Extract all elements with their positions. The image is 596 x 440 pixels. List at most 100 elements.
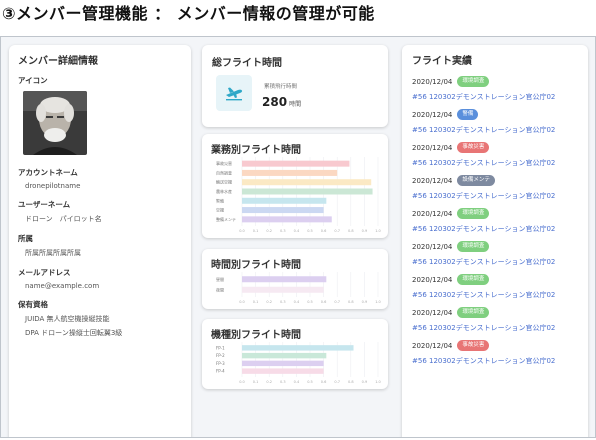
flight-name-link[interactable]: #56 120302デモンストレーション官公庁02 — [412, 257, 578, 267]
x-tick-label: 0.1 — [253, 380, 259, 384]
flight-category-badge: 環境調査 — [457, 241, 490, 252]
flight-name-link[interactable]: #56 120302デモンストレーション官公庁02 — [412, 125, 578, 135]
member-detail-title: メンバー詳細情報 — [18, 56, 98, 67]
x-tick-label: 0.5 — [307, 300, 313, 304]
flight-date: 2020/12/04 — [412, 110, 453, 119]
flight-name-link[interactable]: #56 120302デモンストレーション官公庁02 — [412, 356, 578, 366]
flight-record-item[interactable]: 2020/12/04 事故災害 #56 120302デモンストレーション官公庁02 — [412, 142, 578, 168]
x-tick-label: 0.8 — [348, 300, 354, 304]
x-tick-label: 1.0 — [375, 300, 381, 304]
x-tick-label: 0.9 — [362, 300, 368, 304]
x-tick-label: 0.7 — [334, 380, 340, 384]
flight-name-link[interactable]: #56 120302デモンストレーション官公庁02 — [412, 290, 578, 300]
flight-name-link[interactable]: #56 120302デモンストレーション官公庁02 — [412, 92, 578, 102]
flight-date: 2020/12/04 — [412, 275, 453, 284]
flight-category-badge: 環境調査 — [457, 76, 490, 87]
bar — [242, 276, 327, 283]
category-label: 警備 — [216, 197, 224, 203]
flight-category-badge: 環境調査 — [457, 274, 490, 285]
x-tick-label: 0.2 — [266, 380, 272, 384]
account-name-label: アカウントネーム — [18, 168, 78, 177]
airplane-takeoff-icon — [216, 75, 252, 111]
x-tick-label: 1.0 — [375, 229, 381, 233]
category-label: 輸送空撮 — [216, 179, 232, 185]
x-tick-label: 0.0 — [239, 300, 245, 304]
member-detail-card: メンバー詳細情報 アイコン アカウントネーム dronepilotname ユー… — [9, 45, 191, 437]
bar — [242, 352, 327, 359]
flight-name-link[interactable]: #56 120302デモンストレーション官公庁02 — [412, 224, 578, 234]
x-tick-label: 0.2 — [266, 300, 272, 304]
flight-name-link[interactable]: #56 120302デモンストレーション官公庁02 — [412, 191, 578, 201]
flight-record-item[interactable]: 2020/12/04 環境調査 #56 120302デモンストレーション官公庁02 — [412, 307, 578, 333]
flight-category-badge: 環境調査 — [457, 307, 490, 318]
user-name-label: ユーザーネーム — [18, 200, 71, 209]
user-name-value: ドローン パイロット名 — [25, 215, 102, 223]
x-tick-label: 0.4 — [294, 300, 300, 304]
account-name-value: dronepilotname — [25, 182, 81, 190]
category-label: 空撮 — [216, 207, 224, 213]
x-tick-label: 0.6 — [321, 229, 327, 233]
bar — [242, 345, 354, 351]
bar — [242, 216, 332, 223]
chart-card-model: 機種別フライト時間 0.0 0.1 0.2 0.3 0.4 0.5 0.6 0.7 0.8 0.9… — [202, 319, 388, 389]
avatar-photo — [23, 91, 87, 155]
flight-date: 2020/12/04 — [412, 242, 453, 251]
category-label: 昼間 — [216, 276, 224, 282]
category-label: FP-3 — [216, 361, 225, 366]
category-label: 夜間 — [216, 286, 224, 292]
bar — [242, 188, 373, 195]
category-label: FP-4 — [216, 369, 225, 374]
flight-category-badge: 事故災害 — [457, 340, 490, 351]
page-heading: ③メンバー管理機能 ： メンバー情報の管理が可能 — [2, 4, 375, 23]
category-label: FP-1 — [216, 345, 225, 350]
flight-record-item[interactable]: 2020/12/04 事故災害 #56 120302デモンストレーション官公庁02 — [412, 340, 578, 366]
flight-date: 2020/12/04 — [412, 341, 453, 350]
x-tick-label: 0.5 — [307, 229, 313, 233]
flight-record-item[interactable]: 2020/12/04 環境調査 #56 120302デモンストレーション官公庁02 — [412, 208, 578, 234]
category-label: FP-2 — [216, 353, 225, 358]
flight-category-badge: 環境調査 — [457, 208, 490, 219]
flight-list: 2020/12/04 環境調査 #56 120302デモンストレーション官公庁02 2… — [412, 76, 578, 366]
x-tick-label: 0.8 — [348, 380, 354, 384]
category-label: 整備メンテ — [216, 216, 236, 222]
x-tick-label: 0.9 — [362, 380, 368, 384]
chart-card-time: 時間別フライト時間 0.0 0.1 0.2 0.3 0.4 0.5 0.6 0.7 0.8 0.9… — [202, 249, 388, 309]
bar — [242, 207, 324, 214]
bar — [242, 169, 338, 176]
email-label: メールアドレス — [18, 268, 71, 277]
flight-category-badge: 設備メンテ — [457, 175, 495, 186]
flight-name-link[interactable]: #56 120302デモンストレーション官公庁02 — [412, 158, 578, 168]
flight-record-item[interactable]: 2020/12/04 環境調査 #56 120302デモンストレーション官公庁02 — [412, 241, 578, 267]
avatar[interactable] — [23, 91, 87, 155]
bar — [242, 160, 350, 167]
x-tick-label: 1.0 — [375, 380, 381, 384]
bar — [242, 197, 327, 204]
total-flight-time-value: 280 時間 — [262, 95, 302, 109]
bar — [242, 360, 324, 367]
x-tick-label: 0.7 — [334, 300, 340, 304]
business-flight-chart: 0.0 0.1 0.2 0.3 0.4 0.5 0.6 0.7 0.8 0.9 1.0 事故災害自然調… — [216, 157, 381, 233]
bar — [242, 179, 372, 186]
x-tick-label: 0.2 — [266, 229, 272, 233]
total-flight-time-card: 総フライト時間 累積飛行時間 280 時間 — [202, 45, 388, 127]
flight-record-item[interactable]: 2020/12/04 設備メンテ #56 120302デモンストレーション官公庁02 — [412, 175, 578, 201]
flight-record-item[interactable]: 2020/12/04 環境調査 #56 120302デモンストレーション官公庁02 — [412, 274, 578, 300]
qualification-item: JUIDA 無人航空機操縦技能 — [25, 315, 110, 323]
category-label: 自然調査 — [216, 169, 232, 175]
chart-card-business: 業務別フライト時間 0.0 0.1 0.2 0.3 0.4 0.5 0.6 0.7 0.8 0.9… — [202, 134, 388, 238]
time-flight-chart: 0.0 0.1 0.2 0.3 0.4 0.5 0.6 0.7 0.8 0.9 1.0 昼間夜間 — [216, 272, 381, 304]
flight-record-item[interactable]: 2020/12/04 環境調査 #56 120302デモンストレーション官公庁02 — [412, 76, 578, 102]
bar — [242, 286, 324, 293]
flight-date: 2020/12/04 — [412, 143, 453, 152]
x-tick-label: 0.1 — [253, 300, 259, 304]
flight-records-title: フライト実績 — [412, 56, 472, 67]
model-flight-chart: 0.0 0.1 0.2 0.3 0.4 0.5 0.6 0.7 0.8 0.9 1.0 FP-1 FP-… — [216, 342, 381, 384]
app-frame: メンバー詳細情報 アイコン アカウントネーム dronepilotname ユー… — [0, 36, 596, 438]
x-tick-label: 0.5 — [307, 380, 313, 384]
category-label: 農林水産 — [216, 188, 232, 194]
flight-date: 2020/12/04 — [412, 308, 453, 317]
flight-category-badge: 事故災害 — [457, 142, 490, 153]
flight-record-item[interactable]: 2020/12/04 警備 #56 120302デモンストレーション官公庁02 — [412, 109, 578, 135]
flight-name-link[interactable]: #56 120302デモンストレーション官公庁02 — [412, 323, 578, 333]
x-tick-label: 0.9 — [362, 229, 368, 233]
